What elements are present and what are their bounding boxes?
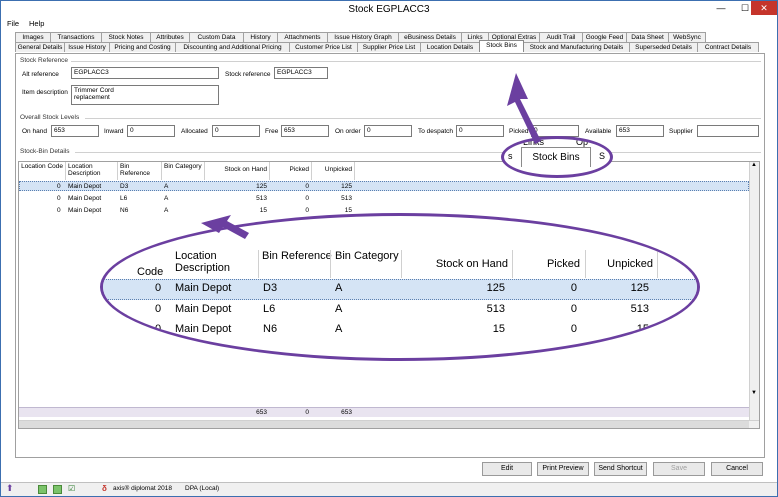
- send-shortcut-button[interactable]: Send Shortcut: [594, 462, 647, 476]
- sync-icon[interactable]: [53, 485, 62, 494]
- up-arrow-icon[interactable]: ⬆: [6, 483, 14, 494]
- callout-arrows: [201, 73, 541, 239]
- grid-callout-arrow-icon: [201, 215, 249, 239]
- refresh-icon[interactable]: [38, 485, 47, 494]
- cancel-button[interactable]: Cancel: [711, 462, 763, 476]
- database-name: DPA (Local): [185, 485, 220, 492]
- diplomat-logo-icon: δ: [102, 484, 107, 493]
- save-button[interactable]: Save: [653, 462, 705, 476]
- status-bar: ⬆ ☑ δ axis® diplomat 2018 DPA (Local): [1, 482, 777, 496]
- edit-button[interactable]: Edit: [482, 462, 532, 476]
- stock-window: Stock EGPLACC3 — ☐ ✕ File Help Images Tr…: [0, 0, 778, 497]
- tab-stock-bins[interactable]: Stock Bins: [479, 40, 524, 52]
- tab-callout-arrow-icon: [507, 73, 541, 144]
- checklist-icon[interactable]: ☑: [68, 484, 75, 493]
- print-preview-button[interactable]: Print Preview: [537, 462, 589, 476]
- product-name: axis® diplomat 2018: [113, 485, 172, 492]
